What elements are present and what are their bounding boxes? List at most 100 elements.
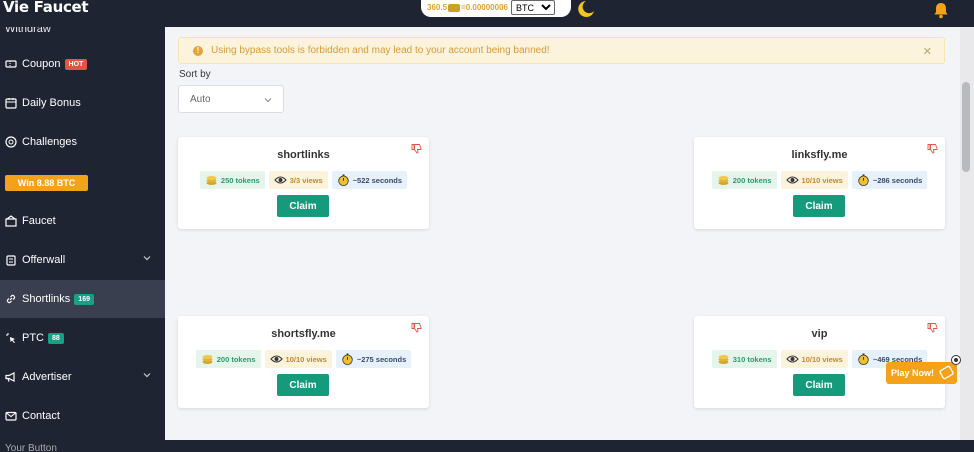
sidebar-item-label: Daily Bonus: [22, 97, 81, 109]
balance-widget: 360.5 =0.00000006 BTC: [421, 0, 571, 17]
coins-icon: [718, 176, 729, 185]
ptc-count-badge: 88: [48, 332, 64, 344]
clipboard-icon: [6, 255, 16, 266]
views-value: 10/10 views: [285, 354, 327, 364]
thumbs-down-icon[interactable]: [927, 322, 938, 333]
link-icon: [6, 294, 16, 304]
tokens-pill: 250 tokens: [199, 171, 265, 189]
balance-tokens: 360.5: [427, 3, 448, 12]
hot-badge: HOT: [64, 58, 88, 70]
coins-icon: [718, 355, 729, 364]
card-title: shortsfly.me: [271, 328, 336, 340]
thumbs-down-icon[interactable]: [411, 322, 422, 333]
views-pill: 3/3 views: [268, 171, 328, 189]
currency-select[interactable]: BTC: [510, 0, 555, 15]
card-title: shortlinks: [277, 149, 330, 161]
thumbs-down-icon[interactable]: [411, 143, 422, 154]
shortlink-card: shortlinks 250 tokens 3/3 views ~522 sec…: [178, 137, 429, 229]
stopwatch-icon: [337, 174, 349, 186]
coins-icon: [202, 355, 213, 364]
chevron-down-icon: [143, 256, 151, 261]
sidebar-item-partial[interactable]: Your Button: [5, 443, 57, 452]
bottom-edge: [165, 440, 974, 452]
sidebar-item-contact[interactable]: Contact: [0, 397, 165, 435]
coins-icon: [206, 176, 217, 185]
eye-icon: [785, 355, 799, 363]
sort-label: Sort by: [179, 69, 211, 80]
calendar-icon: [5, 98, 17, 109]
seconds-pill: ~522 seconds: [331, 171, 408, 189]
seconds-value: ~286 seconds: [872, 175, 923, 185]
sidebar-item-label: Challenges: [22, 136, 78, 148]
sidebar-item-daily-bonus[interactable]: Daily Bonus: [0, 84, 165, 122]
balance-btc: =0.00000006: [461, 3, 508, 12]
target-icon: [5, 136, 17, 148]
bell-icon[interactable]: [932, 1, 950, 19]
views-value: 3/3 views: [289, 175, 323, 185]
sort-select[interactable]: Auto: [178, 85, 284, 113]
warning-icon: !: [193, 45, 203, 56]
eye-icon: [269, 355, 283, 363]
seconds-pill: ~286 seconds: [851, 171, 928, 189]
seconds-value: ~522 seconds: [352, 175, 403, 185]
top-header: Vie Faucet 360.5 =0.00000006 BTC: [0, 0, 974, 27]
ticket-icon: [5, 60, 17, 68]
scrollbar-thumb[interactable]: [962, 82, 970, 172]
moon-icon[interactable]: [573, 0, 595, 18]
close-icon[interactable]: ✕: [923, 45, 932, 58]
mail-icon: [5, 411, 17, 421]
views-value: 10/10 views: [801, 175, 843, 185]
main-content: ! Using bypass tools is forbidden and ma…: [165, 27, 960, 440]
shortlink-card: linksfly.me 200 tokens 10/10 views ~286 …: [694, 137, 945, 229]
close-icon[interactable]: [951, 355, 961, 365]
views-pill: 10/10 views: [780, 350, 848, 368]
sidebar-item-coupon[interactable]: Coupon HOT: [0, 45, 165, 83]
seconds-value: ~275 seconds: [356, 354, 407, 364]
chevron-down-icon: [143, 373, 151, 378]
shortlink-card: shortsfly.me 200 tokens 10/10 views ~275…: [178, 316, 429, 408]
chevron-down-icon: [264, 98, 272, 103]
sidebar-item-label: PTC: [22, 332, 44, 344]
claim-button[interactable]: Claim: [277, 195, 329, 217]
sidebar-item-shortlinks[interactable]: Shortlinks 169: [0, 280, 165, 318]
megaphone-icon: [5, 372, 15, 382]
tokens-value: 250 tokens: [220, 175, 260, 185]
tokens-value: 200 tokens: [216, 354, 256, 364]
play-now-button[interactable]: Play Now!: [886, 362, 957, 384]
views-pill: 10/10 views: [264, 350, 332, 368]
sidebar-item-faucet[interactable]: Faucet: [0, 202, 165, 240]
tokens-value: 310 tokens: [732, 354, 772, 364]
brand-logo[interactable]: Vie Faucet: [3, 0, 89, 16]
tokens-value: 200 tokens: [732, 175, 772, 185]
win-btc-button[interactable]: Win 8.88 BTC: [5, 175, 88, 191]
stopwatch-icon: [342, 353, 353, 365]
sort-value: Auto: [190, 93, 211, 105]
ticket-icon: [939, 365, 954, 380]
stopwatch-icon: [858, 353, 869, 365]
sidebar-item-ptc[interactable]: PTC 88: [0, 319, 165, 357]
claim-button[interactable]: Claim: [793, 195, 845, 217]
coins-icon: [448, 3, 461, 12]
cursor-click-icon: [6, 333, 15, 343]
sidebar-item-offerwall[interactable]: Offerwall: [0, 241, 165, 279]
claim-button[interactable]: Claim: [793, 374, 845, 396]
eye-icon: [785, 176, 799, 184]
sidebar-item-label: Advertiser: [22, 371, 72, 383]
sidebar-item-withdraw-partial[interactable]: Withdraw: [5, 27, 51, 35]
views-pill: 10/10 views: [780, 171, 848, 189]
sidebar-item-label: Coupon: [22, 58, 61, 70]
sidebar-item-challenges[interactable]: Challenges: [0, 123, 165, 161]
thumbs-down-icon[interactable]: [927, 143, 938, 154]
seconds-pill: ~275 seconds: [335, 350, 412, 368]
tokens-pill: 200 tokens: [711, 171, 777, 189]
card-title: linksfly.me: [791, 149, 848, 161]
claim-button[interactable]: Claim: [277, 374, 329, 396]
alert-text: Using bypass tools is forbidden and may …: [211, 45, 550, 56]
tokens-pill: 200 tokens: [195, 350, 261, 368]
play-now-label: Play Now!: [891, 368, 935, 378]
sidebar: Withdraw Coupon HOT Daily Bonus Challeng…: [0, 27, 165, 452]
sidebar-item-label: Faucet: [22, 215, 56, 227]
tokens-pill: 310 tokens: [711, 350, 777, 368]
sidebar-item-label: Contact: [22, 410, 60, 422]
sidebar-item-advertiser[interactable]: Advertiser: [0, 358, 165, 396]
